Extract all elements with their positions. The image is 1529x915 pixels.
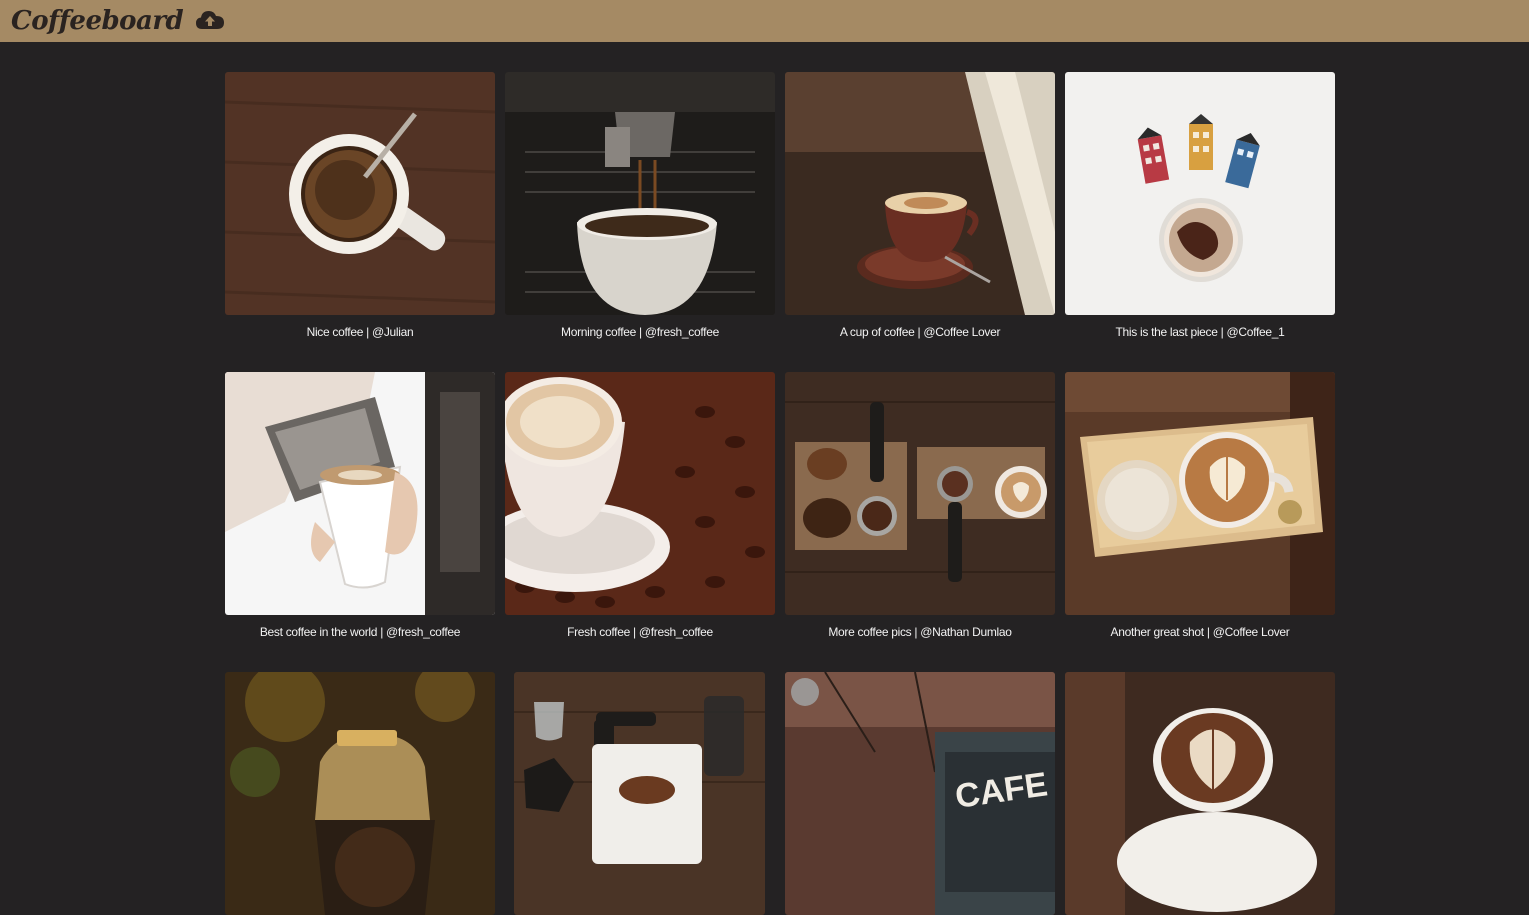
post-caption: More coffee pics | @Nathan Dumlao [828, 625, 1012, 639]
post-caption: Another great shot | @Coffee Lover [1110, 625, 1290, 639]
photo-grid: Nice coffee | @Julian Morning coffee | @… [0, 0, 1529, 915]
post-photo[interactable] [785, 72, 1055, 315]
cloud-upload-icon [195, 8, 225, 35]
post-caption: Best coffee in the world | @fresh_coffee [259, 625, 461, 639]
post-photo[interactable] [505, 372, 775, 615]
post-card [514, 672, 765, 915]
post-card: Morning coffee | @fresh_coffee [505, 72, 775, 340]
post-caption: Fresh coffee | @fresh_coffee [567, 625, 713, 639]
post-card: A cup of coffee | @Coffee Lover [785, 72, 1055, 340]
post-photo[interactable] [225, 72, 495, 315]
app-header: Coffeeboard [0, 0, 1529, 42]
post-card: This is the last piece | @Coffee_1 [1065, 72, 1335, 340]
post-caption: A cup of coffee | @Coffee Lover [839, 325, 1001, 339]
post-caption: This is the last piece | @Coffee_1 [1115, 325, 1285, 339]
post-photo[interactable] [1065, 72, 1335, 315]
post-card: Nice coffee | @Julian [225, 72, 495, 340]
post-card [225, 672, 495, 915]
post-photo[interactable] [785, 372, 1055, 615]
upload-button[interactable] [195, 9, 225, 33]
post-photo[interactable]: CAFE [785, 672, 1055, 915]
post-card: Another great shot | @Coffee Lover [1065, 372, 1335, 640]
post-photo[interactable] [514, 672, 765, 915]
post-photo[interactable] [505, 72, 775, 315]
post-card: Best coffee in the world | @fresh_coffee [225, 372, 495, 640]
app-logo[interactable]: Coffeeboard [11, 0, 184, 42]
post-photo[interactable] [225, 372, 495, 615]
post-caption: Nice coffee | @Julian [306, 325, 414, 339]
post-card: Fresh coffee | @fresh_coffee [505, 372, 775, 640]
post-photo[interactable] [225, 672, 495, 915]
post-card: CAFE [785, 672, 1055, 915]
post-card [1065, 672, 1335, 915]
post-card: More coffee pics | @Nathan Dumlao [785, 372, 1055, 640]
post-photo[interactable] [1065, 672, 1335, 915]
post-caption: Morning coffee | @fresh_coffee [561, 325, 719, 339]
post-photo[interactable] [1065, 372, 1335, 615]
